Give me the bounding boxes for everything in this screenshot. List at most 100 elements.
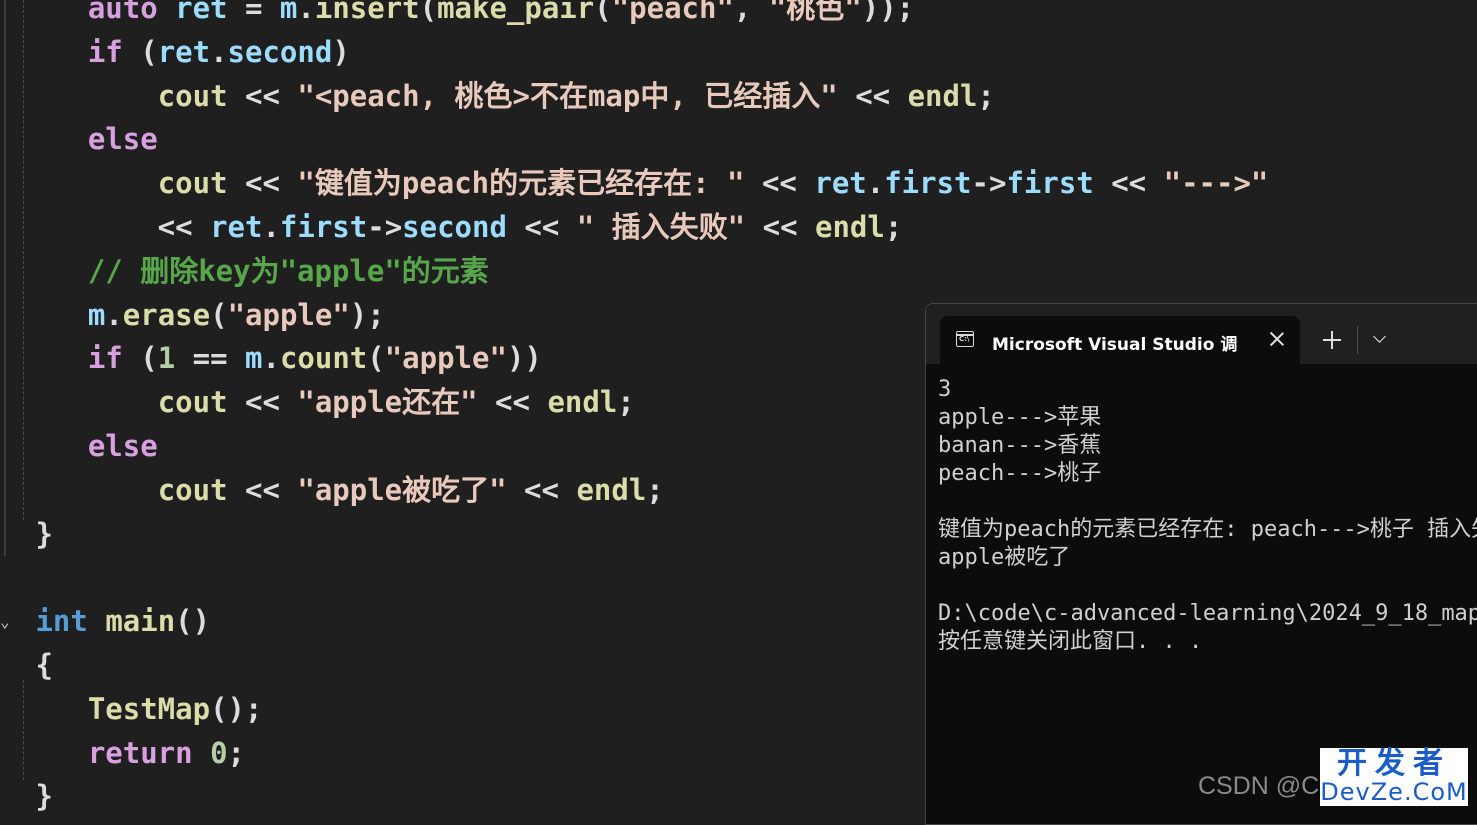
code-line[interactable]: else: [18, 117, 158, 161]
close-tab-icon[interactable]: [1268, 330, 1286, 348]
code-line[interactable]: cout << "<peach, 桃色>不在map中, 已经插入" << end…: [18, 74, 995, 118]
terminal-output-line: D:\code\c-advanced-learning\2024_9_18_ma…: [938, 601, 1477, 626]
csdn-watermark: CSDN @C: [1198, 772, 1320, 800]
code-line[interactable]: m.erase("apple");: [18, 293, 385, 337]
code-token: second: [402, 210, 507, 244]
code-token: ret: [175, 0, 228, 25]
code-token: (: [367, 341, 385, 376]
code-token: m: [245, 341, 263, 376]
code-token: <<: [227, 78, 298, 113]
code-line[interactable]: }: [18, 774, 52, 818]
code-token: else: [18, 122, 158, 157]
code-token: )): [506, 341, 542, 376]
code-token: endl: [576, 472, 647, 507]
code-token: insert: [314, 0, 420, 25]
code-token: (: [122, 34, 158, 69]
code-token: cout: [157, 385, 228, 420]
code-token: return: [18, 735, 193, 770]
code-token: <<: [744, 166, 815, 201]
code-line[interactable]: TestMap();: [18, 687, 263, 731]
code-token: <<: [1093, 166, 1164, 201]
code-line[interactable]: int main(): [18, 599, 210, 643]
code-token: erase: [122, 297, 211, 332]
terminal-output-line: banan--->香蕉: [938, 433, 1102, 458]
code-token: auto: [18, 0, 176, 25]
code-line[interactable]: cout << "apple被吃了" << endl;: [18, 468, 664, 512]
code-token: "桃色": [768, 0, 862, 25]
tab-separator: [1357, 326, 1358, 354]
terminal-output-line: 3: [938, 377, 952, 402]
code-token: ret: [157, 34, 211, 69]
code-token: <<: [227, 472, 298, 507]
code-token: ,: [733, 0, 769, 25]
code-token: .: [297, 0, 315, 25]
code-token: if: [18, 34, 123, 69]
code-line[interactable]: if (ret.second): [18, 30, 350, 74]
code-token: first: [1006, 166, 1094, 201]
code-line[interactable]: cout << "键值为peach的元素已经存在: " << ret. first…: [18, 161, 1269, 205]
code-token: .: [105, 297, 123, 332]
code-token: (): [175, 604, 211, 639]
devze-logo: 开发者 DevZe.CoM: [1320, 748, 1468, 806]
code-token: ret: [814, 166, 867, 201]
code-token: // 删除key为"apple"的元素: [18, 253, 489, 288]
terminal-tab-title: Microsoft Visual Studio 调试控制台: [992, 335, 1238, 355]
code-token: (: [122, 341, 158, 376]
code-token: 1: [157, 341, 176, 376]
code-token: m: [87, 297, 106, 332]
code-token: second: [227, 34, 333, 69]
code-token: TestMap: [87, 691, 211, 726]
code-token: .: [210, 34, 228, 69]
code-token: <<: [506, 472, 577, 507]
code-line[interactable]: // 删除key为"apple"的元素: [18, 249, 489, 293]
code-line[interactable]: }: [18, 512, 53, 556]
code-token: {: [18, 648, 53, 682]
code-token: .: [866, 166, 885, 201]
code-token: <<: [18, 210, 211, 244]
code-token: );: [349, 297, 385, 332]
code-token: ;: [646, 472, 664, 507]
terminal-output: 3 apple--->苹果 banan--->香蕉 peach--->桃子 键值为pea…: [938, 376, 1477, 656]
code-line[interactable]: else: [18, 424, 158, 468]
code-token: cout: [157, 472, 228, 507]
code-token: endl: [815, 210, 885, 244]
code-token: ret: [210, 210, 263, 244]
code-token: endl: [547, 385, 618, 420]
code-token: cout: [157, 166, 228, 201]
code-token: ==: [175, 341, 245, 376]
code-token: ();: [210, 691, 263, 726]
terminal-output-line: apple--->苹果: [938, 405, 1102, 430]
code-token: "apple还在": [297, 385, 478, 420]
devze-logo-line2: DevZe.CoM: [1320, 778, 1468, 806]
terminal-output-line: 键值为peach的元素已经存在: peach--->桃子 插入失败: [938, 517, 1477, 542]
code-line[interactable]: cout << "apple还在" << endl;: [18, 380, 635, 424]
code-token: (: [419, 0, 438, 25]
code-line[interactable]: << ret.first->second << " 插入失败" << endl;: [18, 205, 903, 249]
fold-chevron-down-icon[interactable]: ⌄: [0, 607, 10, 637]
code-line[interactable]: if (1 == m.count("apple")): [18, 336, 542, 380]
new-tab-plus-icon[interactable]: [1323, 331, 1341, 349]
code-token: }: [18, 516, 53, 551]
code-token: (: [210, 297, 228, 332]
code-token: "<peach, 桃色>不在map中, 已经插入": [297, 78, 838, 113]
chevron-down-icon[interactable]: [1371, 330, 1389, 348]
code-token: =: [227, 0, 280, 25]
code-token: ));: [861, 0, 915, 25]
terminal-tab[interactable]: C:\ Microsoft Visual Studio 调试控制台: [940, 316, 1300, 366]
code-token: <<: [477, 385, 548, 420]
code-token: "--->": [1163, 166, 1269, 201]
code-line[interactable]: auto ret = m.insert(make_pair("peach", "…: [18, 0, 914, 30]
console-icon: C:\: [956, 331, 974, 347]
code-token: "键值为peach的元素已经存在: ": [297, 166, 745, 201]
code-token: .: [262, 341, 280, 376]
code-token: m: [279, 0, 298, 25]
code-line[interactable]: return 0;: [18, 731, 245, 775]
code-token: make_pair: [437, 0, 595, 25]
code-line[interactable]: {: [18, 643, 53, 687]
